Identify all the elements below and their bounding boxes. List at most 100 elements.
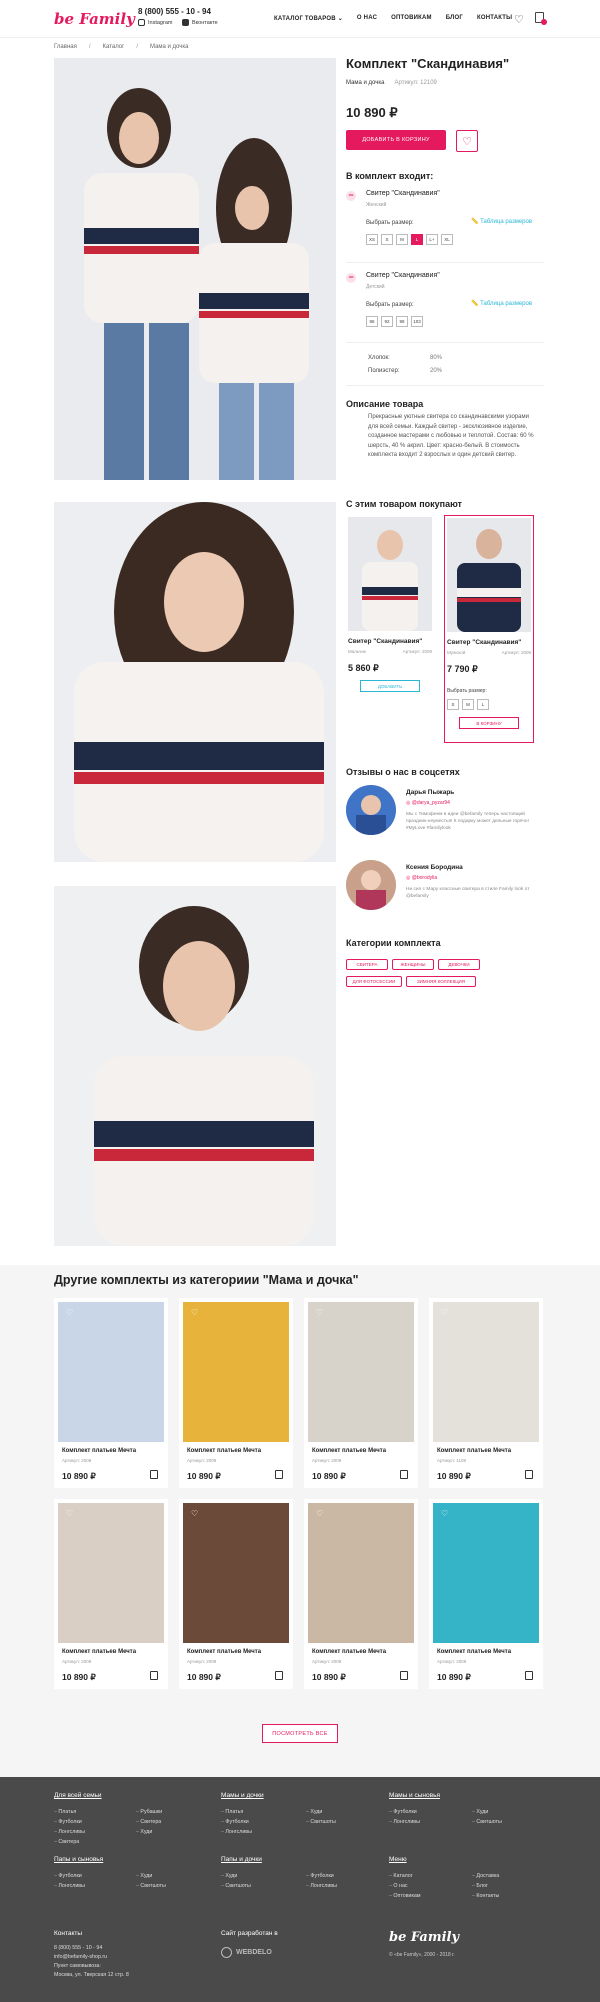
header-phone[interactable]: 8 (800) 555 - 10 - 94 [138,7,211,16]
footer-heading[interactable]: Для всей семьи [54,1792,102,1799]
size-option[interactable]: XL [441,234,453,245]
footer-link[interactable]: Свитера [136,1817,162,1827]
add-button[interactable]: ДОБАВИТЬ [360,680,420,692]
heart-icon[interactable]: ♡ [441,1308,448,1317]
to-cart-button[interactable]: В КОРЗИНУ [459,717,519,729]
heart-icon[interactable]: ♡ [191,1509,198,1518]
bag-icon[interactable] [150,1671,158,1680]
also-buy-card[interactable]: Свитер "Скандинавия" Мальчик Артикул: 200… [346,515,436,743]
bag-icon[interactable] [400,1470,408,1479]
bag-icon[interactable] [400,1671,408,1680]
footer-heading[interactable]: Мамы и сыновья [389,1792,440,1799]
footer-link[interactable]: Блог [472,1881,499,1891]
bag-icon[interactable] [275,1470,283,1479]
footer-link[interactable]: Худи [136,1871,166,1881]
footer-link[interactable]: Лонгсливы [54,1881,84,1891]
avatar[interactable] [346,785,396,835]
heart-icon[interactable]: ♡ [441,1509,448,1518]
footer-link[interactable]: О нас [389,1881,421,1891]
footer-heading[interactable]: Меню [389,1856,407,1863]
bag-icon[interactable] [275,1671,283,1680]
footer-link[interactable]: Лонгсливы [306,1881,336,1891]
footer-link[interactable]: Лонгсливы [54,1827,84,1837]
heart-icon[interactable]: ♡ [316,1509,323,1518]
kit-card[interactable]: ♡ Комплект платьев Мечта Артикул: 2009 10 8… [179,1298,293,1488]
size-option[interactable]: M [462,699,474,710]
category-tag[interactable]: ДЕВОЧКИ [438,959,480,970]
footer-email[interactable]: info@befamily-shop.ru [54,1953,129,1962]
product-photo-main[interactable] [54,58,336,480]
instagram-link[interactable]: Instagram [138,19,172,26]
footer-link[interactable]: Футболки [306,1871,337,1881]
nav-contacts[interactable]: КОНТАКТЫ [477,15,512,22]
kit-card[interactable]: ♡ Комплект платьев Мечта Артикул: 2009 10 8… [179,1499,293,1689]
bag-icon[interactable] [525,1470,533,1479]
size-option[interactable]: 86 [366,316,378,327]
breadcrumb-home[interactable]: Главная [54,44,77,50]
footer-heading[interactable]: Мамы и дочки [221,1792,264,1799]
size-option[interactable]: L [477,699,489,710]
size-option[interactable]: M [396,234,408,245]
heart-icon[interactable]: ♡ [66,1308,73,1317]
footer-link[interactable]: Каталог [389,1871,421,1881]
avatar[interactable] [346,860,396,910]
kit-card[interactable]: ♡ Комплект платьев Мечта Артикул: 2009 10 8… [54,1298,168,1488]
footer-link[interactable]: Лонгсливы [389,1817,419,1827]
breadcrumb-catalog[interactable]: Каталог [103,44,125,50]
footer-link[interactable]: Платья [54,1807,85,1817]
size-option[interactable]: L+ [426,234,438,245]
footer-link[interactable]: Худи [472,1807,502,1817]
size-option[interactable]: 103 [411,316,423,327]
footer-link[interactable]: Лонгсливы [221,1827,251,1837]
category-tag[interactable]: ЖЕНЩИНЫ [392,959,434,970]
nav-catalog[interactable]: КАТАЛОГ ТОВАРОВ ⌄ [274,15,343,22]
kit-card[interactable]: ♡ Комплект платьев Мечта Артикул: 1109 10 8… [429,1298,543,1488]
kit-card[interactable]: ♡ Комплект платьев Мечта Артикул: 2009 10 8… [304,1499,418,1689]
footer-link[interactable]: Свитшоты [306,1817,335,1827]
heart-icon[interactable]: ♡ [316,1308,323,1317]
footer-phone[interactable]: 8 (800) 555 - 10 - 94 [54,1944,129,1953]
footer-link[interactable]: Футболки [389,1807,420,1817]
product-photo-woman[interactable] [54,886,336,1246]
nav-about[interactable]: О НАС [357,15,377,22]
size-option[interactable]: 92 [381,316,393,327]
footer-link[interactable]: Платья [221,1807,252,1817]
review-handle[interactable]: ◎ @darya_pyzar94 [406,800,450,806]
footer-link[interactable]: Оптовикам [389,1891,420,1901]
also-buy-card-active[interactable]: Свитер "Скандинавия" Мужской Артикул: 200… [444,515,534,743]
footer-link[interactable]: Худи [306,1807,336,1817]
footer-link[interactable]: Худи [136,1827,162,1837]
footer-heading[interactable]: Папы и сыновья [54,1856,103,1863]
footer-link[interactable]: Футболки [54,1871,85,1881]
size-option[interactable]: 98 [396,316,408,327]
size-table-link[interactable]: 📏 Таблица размеров [471,218,532,225]
footer-heading[interactable]: Папы и дочки [221,1856,262,1863]
footer-link[interactable]: Рубашки [136,1807,162,1817]
vk-link[interactable]: Вконтакте [182,19,218,26]
logo[interactable]: be Family [54,10,135,28]
heart-icon[interactable]: ♡ [66,1509,73,1518]
footer-link[interactable]: Доставка [472,1871,499,1881]
category-tag[interactable]: ЗИМНЯЯ КОЛЛЕКЦИЯ [406,976,476,987]
size-table-link[interactable]: 📏 Таблица размеров [471,300,532,307]
nav-blog[interactable]: БЛОГ [446,15,463,22]
category-tag[interactable]: СВИТЕРА [346,959,388,970]
remove-icon[interactable]: − [346,273,356,283]
view-all-button[interactable]: ПОСМОТРЕТЬ ВСЕ [262,1724,338,1743]
footer-link[interactable]: Свитшоты [221,1881,250,1891]
footer-link[interactable]: Свитшоты [136,1881,165,1891]
footer-link[interactable]: Футболки [54,1817,85,1827]
footer-link[interactable]: Свитера [54,1837,85,1847]
heart-icon[interactable]: ♡ [514,13,524,26]
footer-link[interactable]: Футболки [221,1817,252,1827]
footer-link[interactable]: Контакты [472,1891,499,1901]
kit-card[interactable]: ♡ Комплект платьев Мечта Артикул: 2009 10 8… [429,1499,543,1689]
heart-icon[interactable]: ♡ [191,1308,198,1317]
category-tag[interactable]: ДЛЯ ФОТОСЕССИИ [346,976,402,987]
size-option[interactable]: XS [366,234,378,245]
size-option[interactable]: L [411,234,423,245]
review-handle[interactable]: ◎ @borodylia [406,875,437,881]
footer-link[interactable]: Худи [221,1871,251,1881]
kit-card[interactable]: ♡ Комплект платьев Мечта Артикул: 2009 10 8… [304,1298,418,1488]
remove-icon[interactable]: − [346,191,356,201]
